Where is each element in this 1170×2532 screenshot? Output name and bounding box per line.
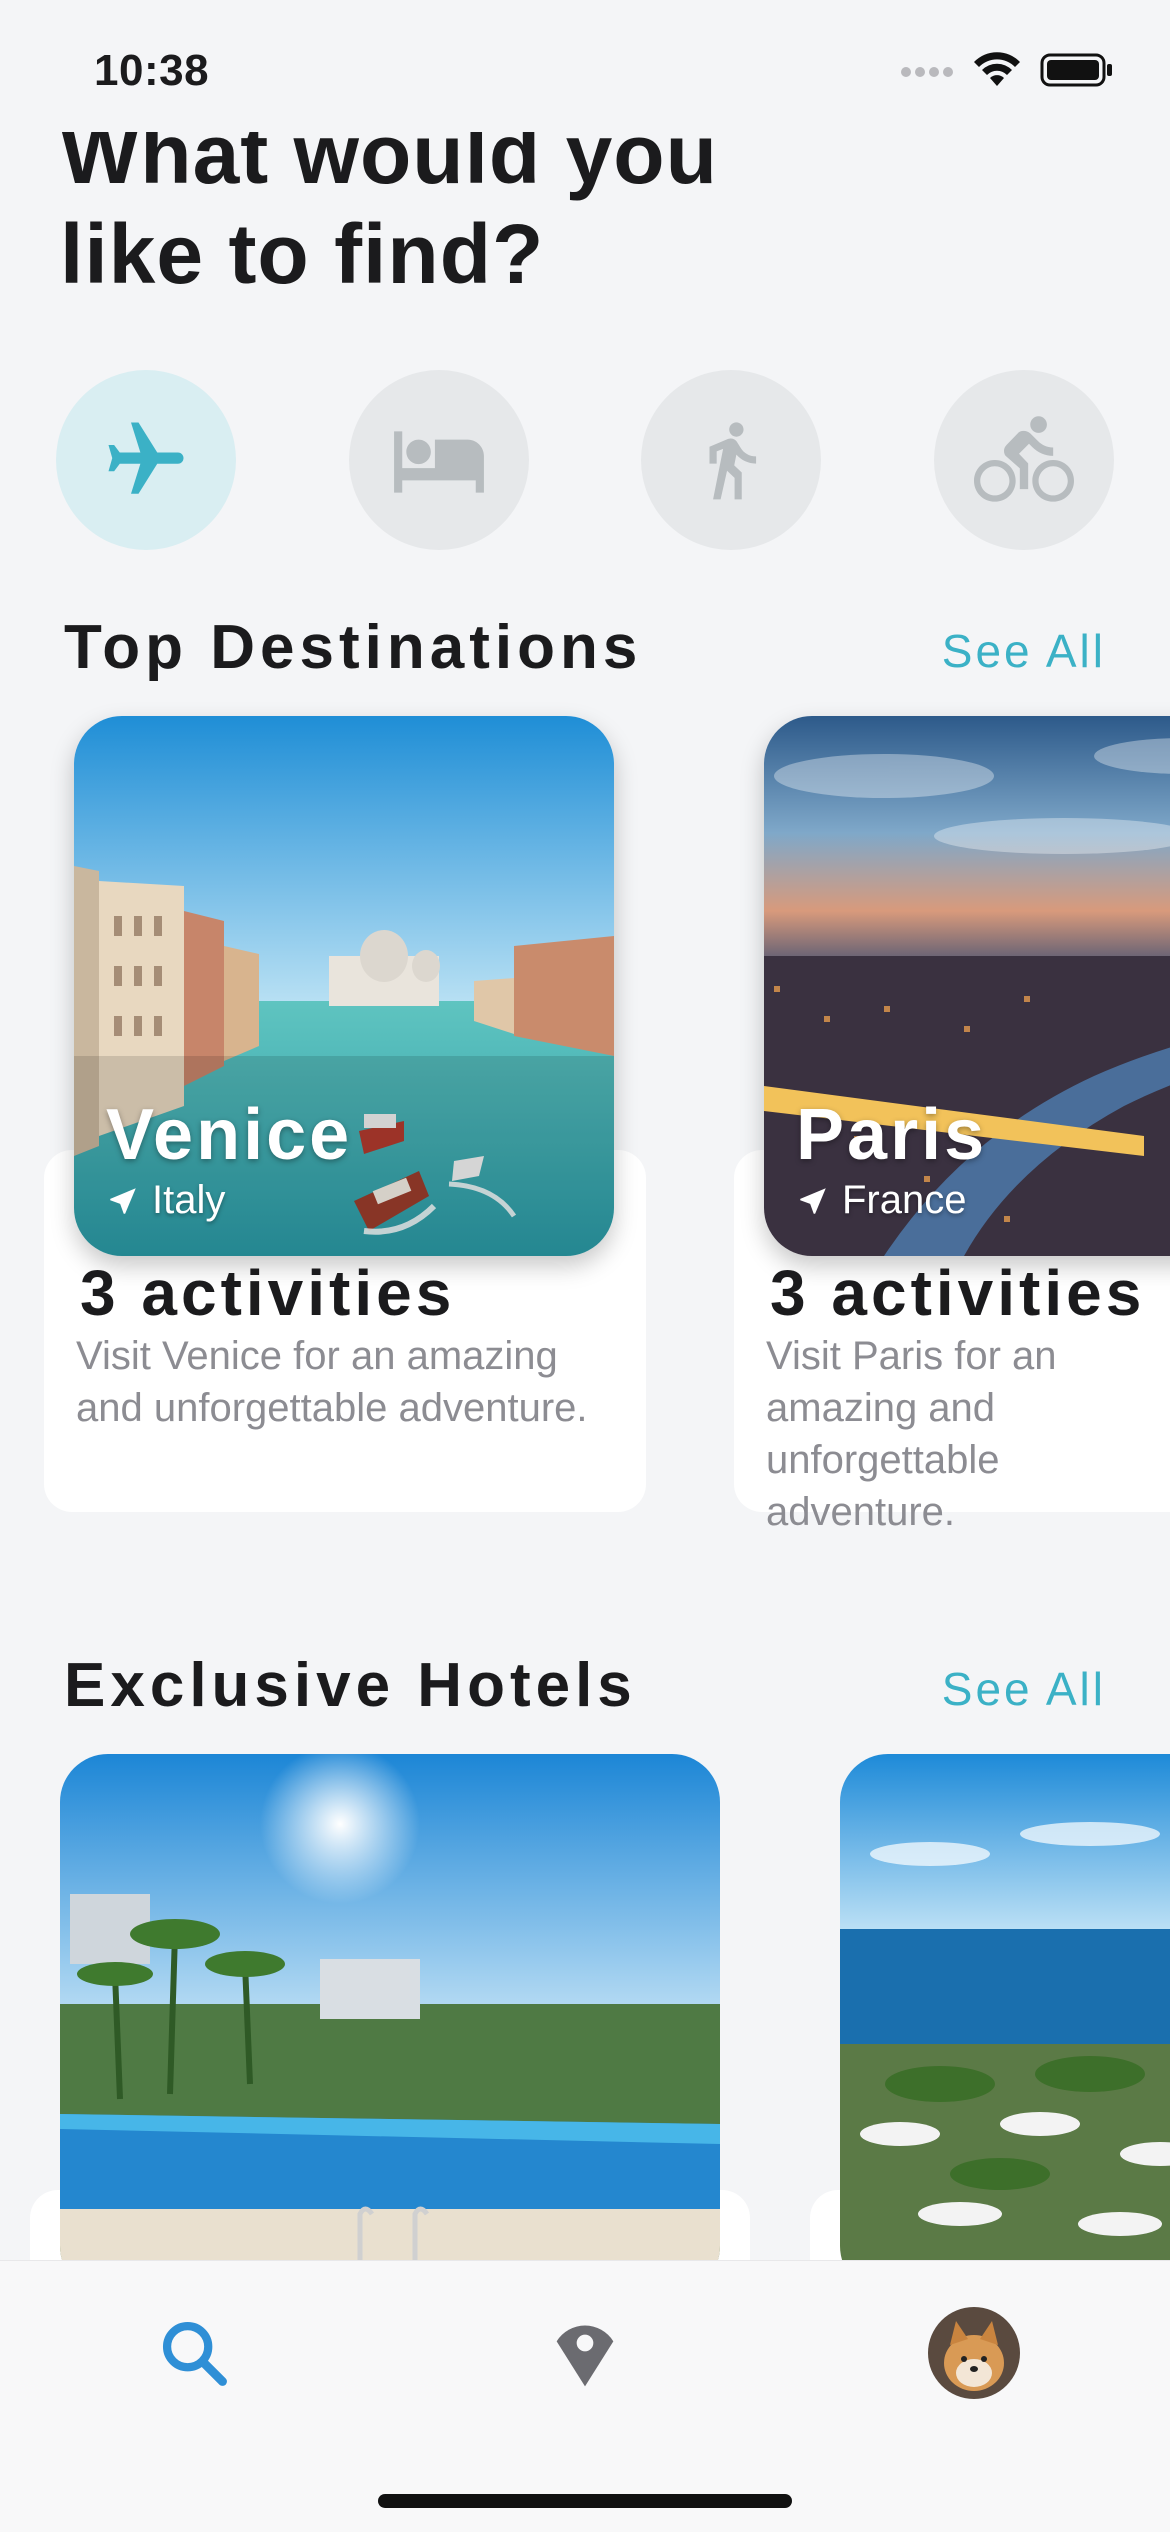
category-flights-button[interactable] bbox=[56, 370, 236, 550]
destination-country-label: Italy bbox=[152, 1178, 226, 1222]
hotel-photo-2[interactable] bbox=[840, 1754, 1170, 2294]
heading-line-1: What would you bbox=[60, 107, 718, 201]
hotel-beach-image bbox=[840, 1754, 1170, 2294]
shiba-avatar-image bbox=[928, 2307, 1020, 2399]
bottom-tab-bar bbox=[0, 2260, 1170, 2532]
destination-name: Venice bbox=[106, 1095, 353, 1175]
exclusive-hotels-title: Exclusive Hotels bbox=[64, 1651, 637, 1720]
bicycle-icon bbox=[973, 416, 1074, 502]
page-heading: What would you like to find? bbox=[60, 107, 960, 304]
app-screen: 10:38 What would you like to find? Top D… bbox=[0, 0, 1170, 2532]
location-arrow-icon bbox=[800, 1187, 826, 1214]
tab-profile[interactable] bbox=[924, 2303, 1024, 2403]
airplane-icon bbox=[108, 422, 184, 494]
destination-name: Paris bbox=[796, 1095, 988, 1175]
category-hotels-button[interactable] bbox=[348, 370, 529, 550]
status-time: 10:38 bbox=[94, 46, 210, 95]
map-pin-icon bbox=[556, 2325, 614, 2387]
heading-line-2: like to find? bbox=[60, 207, 545, 301]
destination-photo-paris[interactable]: Paris France bbox=[764, 716, 1170, 1256]
status-icons bbox=[900, 52, 1114, 88]
destination-country: France bbox=[796, 1178, 967, 1223]
exclusive-hotels-see-all-link[interactable]: See All bbox=[942, 1662, 1106, 1716]
destination-country-label: France bbox=[842, 1178, 967, 1222]
tab-search[interactable] bbox=[144, 2303, 244, 2403]
destination-description: Visit Venice for an amazing and unforget… bbox=[76, 1334, 588, 1430]
destination-description: Visit Paris for an amazing and unforgett… bbox=[766, 1334, 1057, 1534]
search-icon bbox=[162, 2321, 227, 2386]
location-arrow-icon bbox=[110, 1187, 136, 1214]
wifi-icon bbox=[974, 52, 1020, 86]
destination-country: Italy bbox=[106, 1178, 225, 1223]
top-destinations-see-all-link[interactable]: See All bbox=[942, 624, 1106, 678]
cellular-signal-icon bbox=[901, 67, 953, 77]
destination-activities-count: 3 activities bbox=[80, 1257, 456, 1329]
category-walking-button[interactable] bbox=[641, 370, 822, 550]
category-biking-button[interactable] bbox=[933, 370, 1114, 550]
battery-icon bbox=[1040, 53, 1112, 87]
destination-photo-venice[interactable]: Venice Italy bbox=[74, 716, 614, 1256]
hotel-photo-1[interactable] bbox=[60, 1754, 720, 2294]
hotel-pool-image bbox=[60, 1754, 720, 2294]
top-destinations-title: Top Destinations bbox=[64, 613, 643, 682]
bed-icon bbox=[393, 431, 484, 493]
walking-icon bbox=[709, 422, 757, 500]
home-indicator bbox=[378, 2494, 792, 2508]
profile-avatar bbox=[928, 2307, 1020, 2399]
destination-activities-count: 3 activities bbox=[770, 1257, 1146, 1329]
tab-map[interactable] bbox=[535, 2303, 635, 2403]
category-filters bbox=[56, 370, 1114, 550]
